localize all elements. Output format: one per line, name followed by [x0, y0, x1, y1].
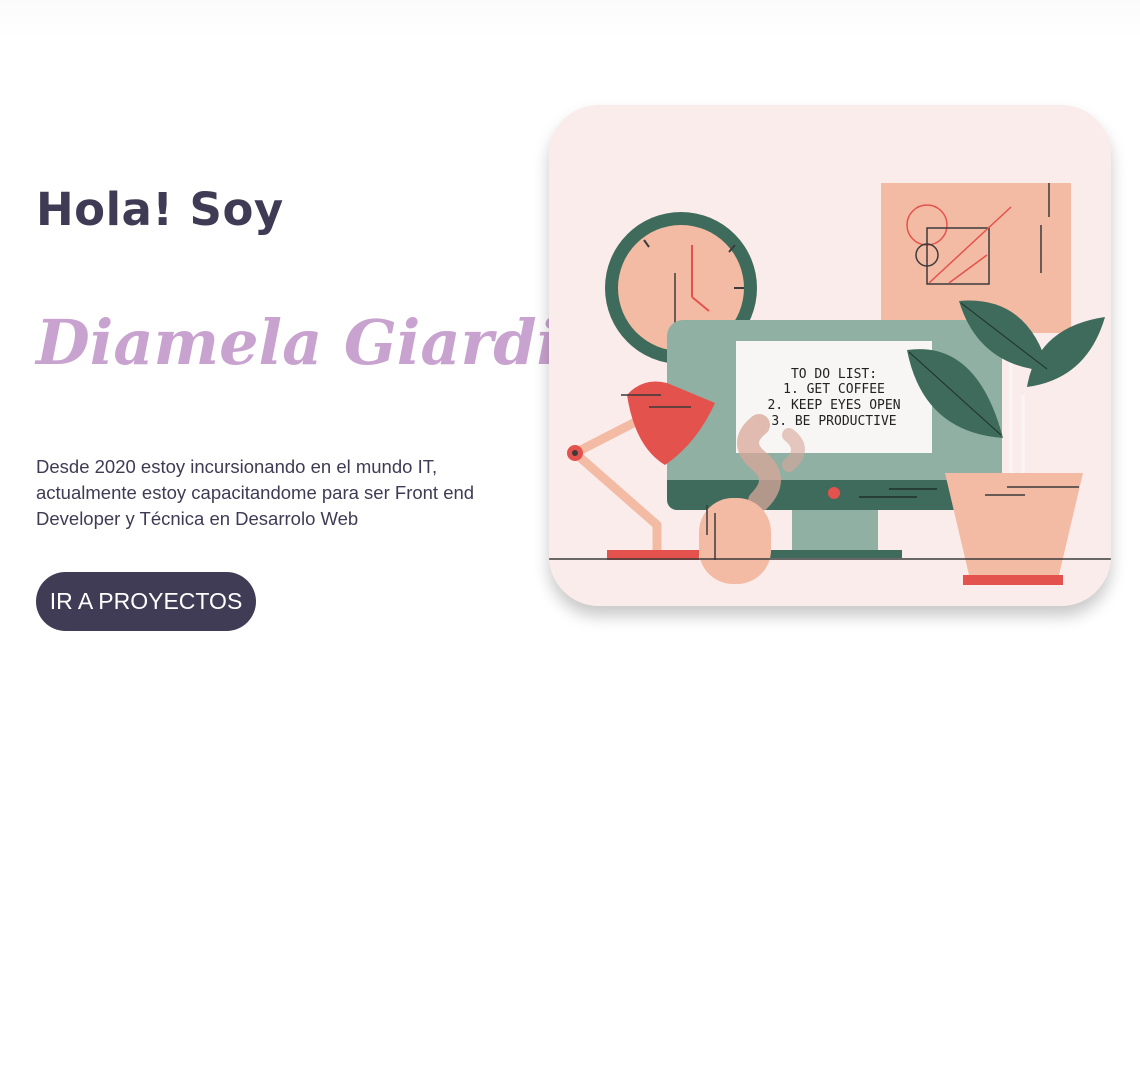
- intro-paragraph: Desde 2020 estoy incursionando en el mun…: [36, 456, 475, 529]
- projects-button[interactable]: IR A PROYECTOS: [36, 572, 256, 631]
- author-name: Diamela Giardini: [36, 306, 629, 379]
- hero-illustration: TO DO LIST: 1. GET COFFEE 2. KEEP EYES O…: [549, 105, 1111, 606]
- todo-title: TO DO LIST:: [791, 367, 877, 382]
- greeting-heading: Hola! Soy: [36, 183, 284, 236]
- todo-item-3: 3. BE PRODUCTIVE: [771, 414, 896, 429]
- top-bar: [0, 0, 1140, 40]
- hero-section: Hola! Soy Diamela Giardini Desde 2020 es…: [36, 180, 629, 631]
- todo-item-2: 2. KEEP EYES OPEN: [767, 398, 900, 413]
- todo-item-1: 1. GET COFFEE: [783, 382, 885, 397]
